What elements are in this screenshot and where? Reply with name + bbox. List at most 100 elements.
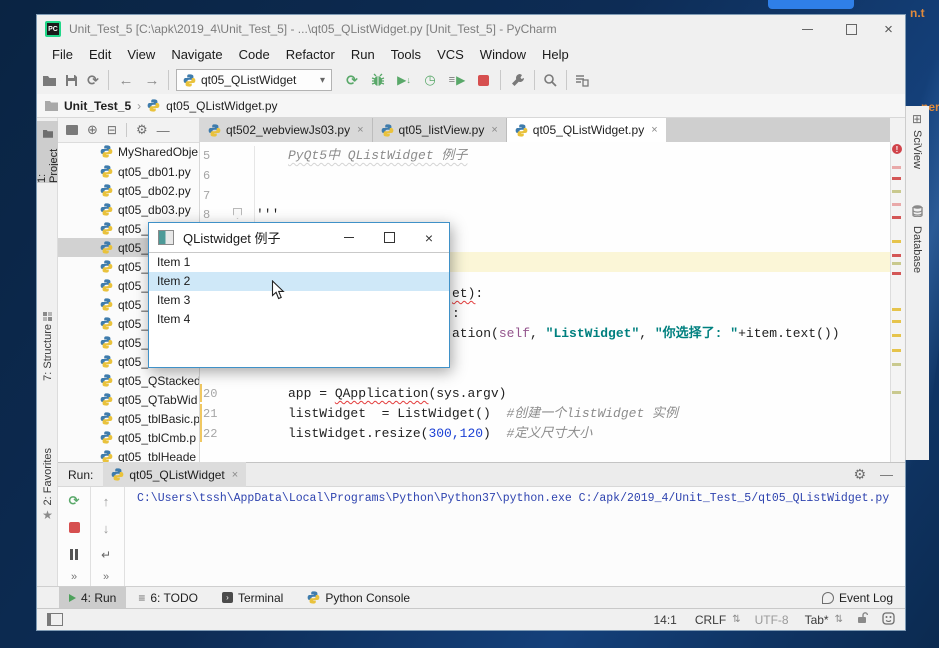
qlistwidget-list[interactable]: Item 1 Item 2 Item 3 Item 4 <box>149 252 449 369</box>
tree-item[interactable]: qt05_tblCmb.p <box>58 428 200 447</box>
tool-tab-sciview[interactable]: ⊞ SciView <box>905 112 929 212</box>
line-number[interactable]: 21 <box>203 404 229 424</box>
breadcrumb-file[interactable]: qt05_QListWidget.py <box>166 99 277 113</box>
menu-help[interactable]: Help <box>534 47 577 62</box>
run-console-tab[interactable]: qt05_QListWidget × <box>103 462 246 487</box>
stop-icon[interactable] <box>474 74 492 87</box>
hector-inspector-icon[interactable] <box>882 612 895 628</box>
coverage-icon[interactable]: ▶↓ <box>394 71 414 89</box>
line-ending-select[interactable]: CRLF <box>695 613 726 627</box>
title-bar[interactable]: PC Unit_Test_5 [C:\apk\2019_4\Unit_Test_… <box>37 15 905 43</box>
tree-item[interactable]: qt05_tblHeade <box>58 447 200 462</box>
menu-vcs[interactable]: VCS <box>429 47 472 62</box>
stripe-mark[interactable] <box>892 203 901 206</box>
tree-item[interactable]: MySharedObje <box>58 142 200 161</box>
save-icon[interactable] <box>62 72 80 88</box>
tree-item[interactable]: qt05_db03.py <box>58 200 200 219</box>
window-maximize-button[interactable] <box>834 15 868 43</box>
list-item[interactable]: Item 1 <box>149 253 449 272</box>
up-stack-icon[interactable]: ↑ <box>98 493 114 509</box>
close-icon[interactable]: × <box>651 124 657 136</box>
project-view-icon[interactable] <box>66 125 78 135</box>
event-log-button[interactable]: Event Log <box>810 591 905 605</box>
run-icon[interactable]: ⟳ <box>342 71 362 89</box>
editor-tab[interactable]: qt502_webviewJs03.py × <box>200 118 373 142</box>
stripe-mark[interactable] <box>892 391 901 394</box>
line-number[interactable]: 5 <box>203 146 229 166</box>
hide-panel-icon[interactable]: — <box>880 467 893 482</box>
window-close-button[interactable]: × <box>872 15 905 43</box>
stripe-mark[interactable] <box>892 308 901 311</box>
tool-tab-database[interactable]: Database <box>905 204 929 314</box>
forward-icon[interactable]: → <box>142 71 162 89</box>
caret-position[interactable]: 14:1 <box>653 613 676 627</box>
soft-wrap-icon[interactable]: ↵ <box>98 548 114 562</box>
stripe-mark[interactable] <box>892 272 901 275</box>
debug-icon[interactable] <box>368 72 388 88</box>
breadcrumb-project[interactable]: Unit_Test_5 <box>64 99 131 113</box>
open-folder-icon[interactable] <box>40 72 58 88</box>
more-actions-icon[interactable]: » <box>98 570 114 583</box>
tool-tab-terminal[interactable]: › Terminal <box>210 591 295 605</box>
pause-icon[interactable] <box>66 548 82 561</box>
list-item-selected[interactable]: Item 2 <box>149 272 449 291</box>
window-minimize-button[interactable] <box>790 15 824 43</box>
hide-panel-icon[interactable]: — <box>157 123 170 138</box>
list-item[interactable]: Item 3 <box>149 291 449 310</box>
qlistwidget-title-bar[interactable]: QListwidget 例子 × <box>149 223 449 252</box>
stripe-mark[interactable] <box>892 190 901 193</box>
encoding-select[interactable]: UTF-8 <box>755 613 789 627</box>
stripe-mark[interactable] <box>892 320 901 323</box>
menu-code[interactable]: Code <box>231 47 278 62</box>
rerun-icon[interactable]: ⟳ <box>64 493 84 509</box>
line-number[interactable]: 6 <box>203 166 229 186</box>
stripe-mark[interactable] <box>892 334 901 337</box>
stripe-mark[interactable] <box>892 240 901 243</box>
menu-navigate[interactable]: Navigate <box>163 47 230 62</box>
stop-icon[interactable] <box>66 521 82 534</box>
stripe-mark[interactable] <box>892 216 901 219</box>
search-icon[interactable] <box>540 72 560 88</box>
popup-close-button[interactable]: × <box>409 223 449 252</box>
back-icon[interactable]: ← <box>116 71 136 89</box>
wrench-icon[interactable] <box>508 72 528 88</box>
locate-file-icon[interactable]: ⊕ <box>87 122 98 138</box>
menu-view[interactable]: View <box>119 47 163 62</box>
settings-icon[interactable]: ⚙ <box>853 466 866 483</box>
menu-window[interactable]: Window <box>472 47 534 62</box>
tree-item[interactable]: qt05_db01.py <box>58 162 200 181</box>
tool-tab-structure[interactable]: 7: Structure <box>37 312 58 390</box>
menu-file[interactable]: File <box>44 47 81 62</box>
menu-tools[interactable]: Tools <box>383 47 429 62</box>
profiler-icon[interactable]: ◷ <box>420 71 440 89</box>
readonly-lock-icon[interactable] <box>857 612 868 627</box>
menu-run[interactable]: Run <box>343 47 383 62</box>
tree-item[interactable]: qt05_tblBasic.p <box>58 409 200 428</box>
stripe-mark[interactable] <box>892 363 901 366</box>
stripe-mark[interactable] <box>892 254 901 257</box>
close-icon[interactable]: × <box>357 124 363 136</box>
editor-tab[interactable]: qt05_listView.py × <box>373 118 507 142</box>
menu-refactor[interactable]: Refactor <box>278 47 343 62</box>
stripe-mark[interactable] <box>892 262 901 265</box>
tool-tab-favorites[interactable]: 2: Favorites ★ <box>37 448 58 540</box>
stripe-mark[interactable] <box>892 166 901 169</box>
todo-tool-icon[interactable] <box>572 72 592 88</box>
toolwindow-toggle-icon[interactable] <box>47 613 63 626</box>
concurrency-icon[interactable]: ≡▶ <box>446 71 468 89</box>
stripe-mark[interactable] <box>892 177 901 180</box>
tree-item[interactable]: qt05_QStacked <box>58 371 200 390</box>
qlistwidget-window[interactable]: QListwidget 例子 × Item 1 Item 2 Item 3 It… <box>148 222 450 368</box>
tree-item[interactable]: qt05_db02.py <box>58 181 200 200</box>
line-number[interactable]: 20 <box>203 384 229 404</box>
collapse-all-icon[interactable]: ⊟ <box>107 123 117 137</box>
popup-maximize-button[interactable] <box>369 223 409 252</box>
tool-tab-run[interactable]: 4: Run <box>59 587 126 608</box>
run-config-select[interactable]: qt05_QListWidget ▾ <box>176 69 332 91</box>
stripe-mark[interactable] <box>892 349 901 352</box>
close-icon[interactable]: × <box>232 469 238 481</box>
tool-tab-python-console[interactable]: Python Console <box>295 591 422 605</box>
line-number[interactable]: 7 <box>203 186 229 206</box>
settings-icon[interactable]: ⚙ <box>136 122 148 138</box>
tool-tab-project[interactable]: 1: Project <box>37 121 58 183</box>
